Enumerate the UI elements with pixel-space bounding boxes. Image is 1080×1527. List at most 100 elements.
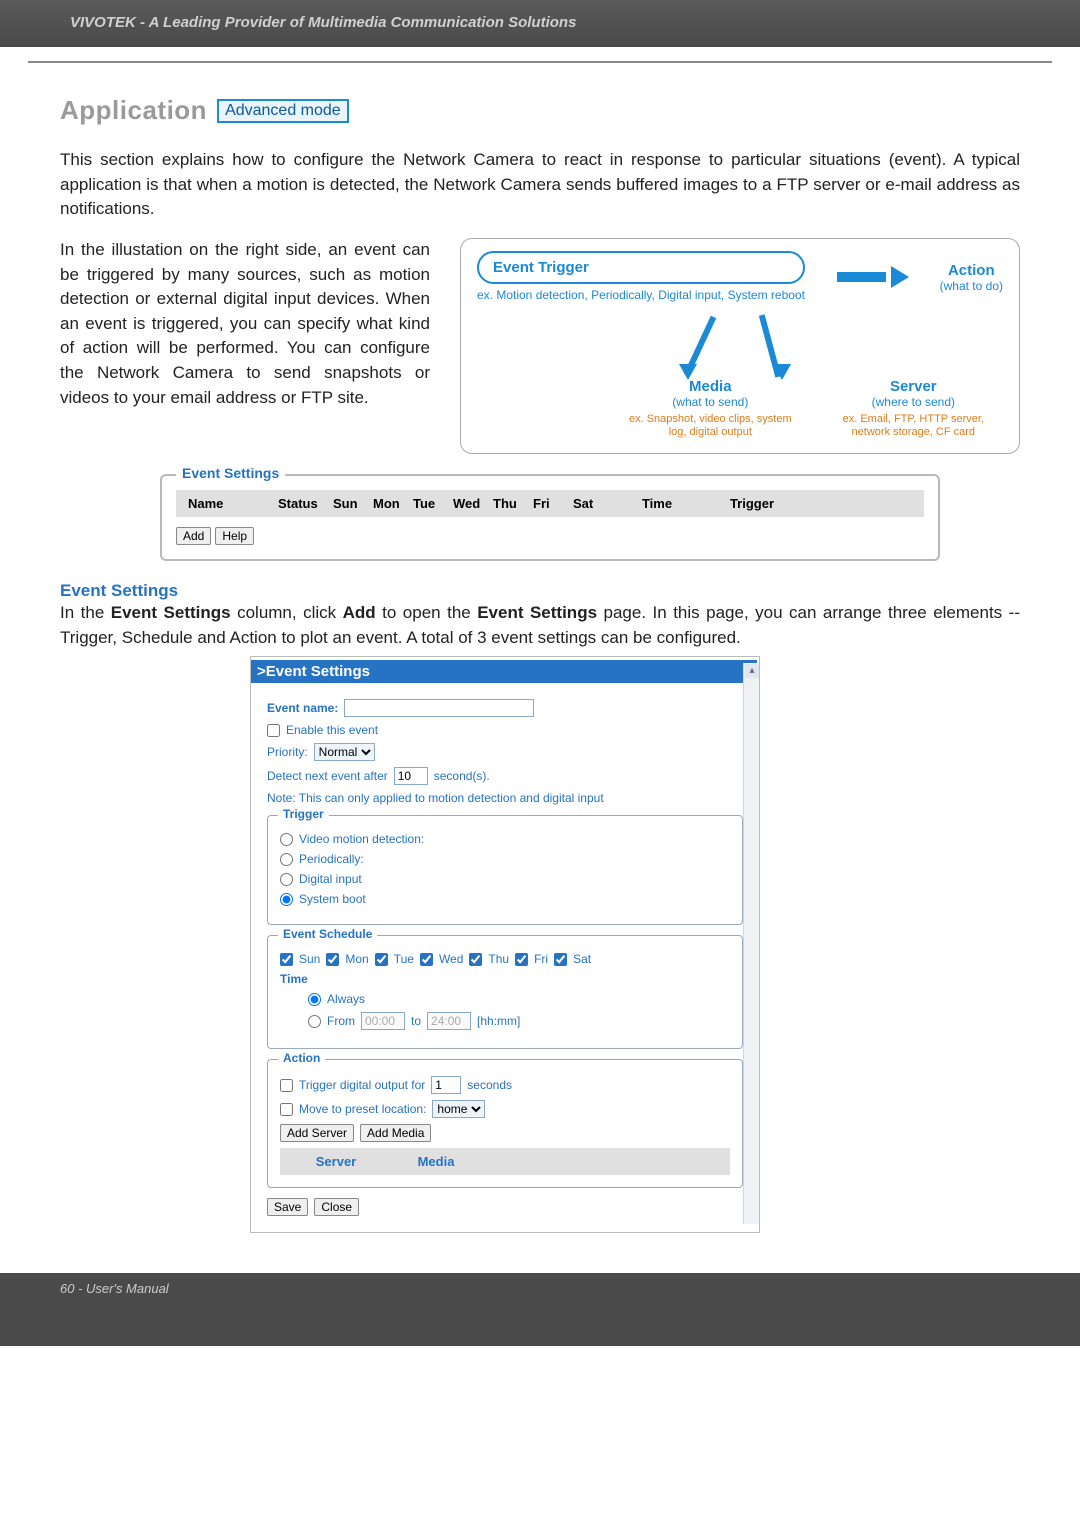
trigger-video-label: Video motion detection: (299, 832, 424, 846)
time-to-input[interactable] (427, 1012, 471, 1030)
detect-pre-label: Detect next event after (267, 769, 388, 783)
time-from-label: From (327, 1014, 355, 1028)
col-tue: Tue (407, 494, 447, 513)
add-media-button[interactable]: Add Media (360, 1124, 431, 1142)
time-always-radio[interactable] (308, 993, 321, 1006)
note-text: Note: This can only applied to motion de… (267, 791, 604, 805)
event-trigger-chip: Event Trigger (477, 251, 805, 284)
media-sub: (what to send) (627, 395, 794, 409)
event-name-input[interactable] (344, 699, 534, 717)
time-from-radio[interactable] (308, 1015, 321, 1028)
trigger-periodic-label: Periodically: (299, 852, 364, 866)
time-to-label: to (411, 1014, 421, 1028)
trigger-output-pre: Trigger digital output for (299, 1078, 425, 1092)
time-label: Time (280, 972, 308, 986)
day-sun-checkbox[interactable] (280, 953, 293, 966)
priority-select[interactable]: Normal (314, 743, 375, 761)
day-wed-checkbox[interactable] (420, 953, 433, 966)
trigger-boot-label: System boot (299, 892, 366, 906)
trigger-output-seconds-input[interactable] (431, 1076, 461, 1094)
arrow-right-icon (837, 272, 907, 282)
event-table-header: Name Status Sun Mon Tue Wed Thu Fri Sat … (176, 490, 924, 517)
col-sat: Sat (567, 494, 607, 513)
advanced-mode-badge: Advanced mode (217, 99, 349, 123)
scroll-up-icon[interactable]: ▴ (745, 664, 759, 678)
col-time: Time (607, 494, 707, 513)
trigger-output-checkbox[interactable] (280, 1079, 293, 1092)
page-title: Application (60, 95, 207, 126)
col-media: Media (386, 1152, 486, 1171)
col-status: Status (272, 494, 327, 513)
day-tue-label: Tue (394, 952, 414, 966)
trigger-video-radio[interactable] (280, 833, 293, 846)
time-always-label: Always (327, 992, 365, 1006)
time-hhmm-label: [hh:mm] (477, 1014, 520, 1028)
page-header: VIVOTEK - A Leading Provider of Multimed… (0, 0, 1080, 47)
brand-text: VIVOTEK - A Leading Provider of Multimed… (70, 14, 576, 31)
col-mon: Mon (367, 494, 407, 513)
day-mon-label: Mon (345, 952, 368, 966)
col-trigger: Trigger (707, 494, 797, 513)
event-name-label: Event name: (267, 701, 338, 715)
day-fri-label: Fri (534, 952, 548, 966)
server-examples: ex. Email, FTP, HTTP server, network sto… (824, 413, 1003, 439)
scrollbar[interactable]: ▴ (743, 663, 759, 1224)
panel-legend: Event Settings (176, 465, 285, 481)
action-sub: (what to do) (940, 279, 1003, 293)
save-button[interactable]: Save (267, 1198, 308, 1216)
detect-seconds-input[interactable] (394, 767, 428, 785)
schedule-legend: Event Schedule (278, 927, 377, 941)
day-thu-label: Thu (488, 952, 509, 966)
day-tue-checkbox[interactable] (375, 953, 388, 966)
detect-post-label: second(s). (434, 769, 490, 783)
time-from-input[interactable] (361, 1012, 405, 1030)
server-label: Server (824, 378, 1003, 395)
illustration-paragraph: In the illustation on the right side, an… (60, 238, 430, 454)
help-button[interactable]: Help (215, 527, 254, 545)
day-sat-label: Sat (573, 952, 591, 966)
col-name: Name (182, 494, 272, 513)
trigger-digital-radio[interactable] (280, 873, 293, 886)
col-sun: Sun (327, 494, 367, 513)
trigger-periodic-radio[interactable] (280, 853, 293, 866)
trigger-examples: ex. Motion detection, Periodically, Digi… (477, 288, 805, 304)
day-fri-checkbox[interactable] (515, 953, 528, 966)
trigger-digital-label: Digital input (299, 872, 362, 886)
event-settings-para: In the Event Settings column, click Add … (60, 601, 1020, 650)
day-mon-checkbox[interactable] (326, 953, 339, 966)
page-footer: 60 - User's Manual (0, 1273, 1080, 1346)
media-examples: ex. Snapshot, video clips, system log, d… (627, 413, 794, 439)
trigger-fieldset: Trigger Video motion detection: Periodic… (267, 815, 743, 925)
event-list-panel: Event Settings Name Status Sun Mon Tue W… (160, 474, 940, 561)
day-sat-checkbox[interactable] (554, 953, 567, 966)
day-thu-checkbox[interactable] (469, 953, 482, 966)
event-flow-diagram: Event Trigger ex. Motion detection, Peri… (460, 238, 1020, 454)
day-sun-label: Sun (299, 952, 320, 966)
trigger-boot-radio[interactable] (280, 893, 293, 906)
title-row: Application Advanced mode (60, 95, 1020, 126)
trigger-legend: Trigger (278, 807, 329, 821)
action-fieldset: Action Trigger digital output for second… (267, 1059, 743, 1188)
event-settings-dialog: >Event Settings ▴ Event name: Enable thi… (250, 656, 760, 1233)
trigger-output-post: seconds (467, 1078, 512, 1092)
priority-label: Priority: (267, 745, 308, 759)
action-legend: Action (278, 1051, 325, 1065)
footer-text: 60 - User's Manual (60, 1281, 169, 1296)
arrow-down-left-icon (677, 314, 717, 374)
schedule-fieldset: Event Schedule Sun Mon Tue Wed Thu Fri S… (267, 935, 743, 1049)
move-preset-checkbox[interactable] (280, 1103, 293, 1116)
add-server-button[interactable]: Add Server (280, 1124, 354, 1142)
add-button[interactable]: Add (176, 527, 211, 545)
server-sub: (where to send) (824, 395, 1003, 409)
dialog-title: >Event Settings (251, 660, 757, 683)
col-thu: Thu (487, 494, 527, 513)
close-button[interactable]: Close (314, 1198, 359, 1216)
move-preset-label: Move to preset location: (299, 1102, 426, 1116)
intro-paragraph: This section explains how to configure t… (60, 148, 1020, 222)
enable-event-checkbox[interactable] (267, 724, 280, 737)
move-preset-select[interactable]: home (432, 1100, 485, 1118)
event-settings-heading: Event Settings (60, 581, 1020, 601)
day-wed-label: Wed (439, 952, 463, 966)
action-label: Action (940, 262, 1003, 279)
enable-event-label: Enable this event (286, 723, 378, 737)
